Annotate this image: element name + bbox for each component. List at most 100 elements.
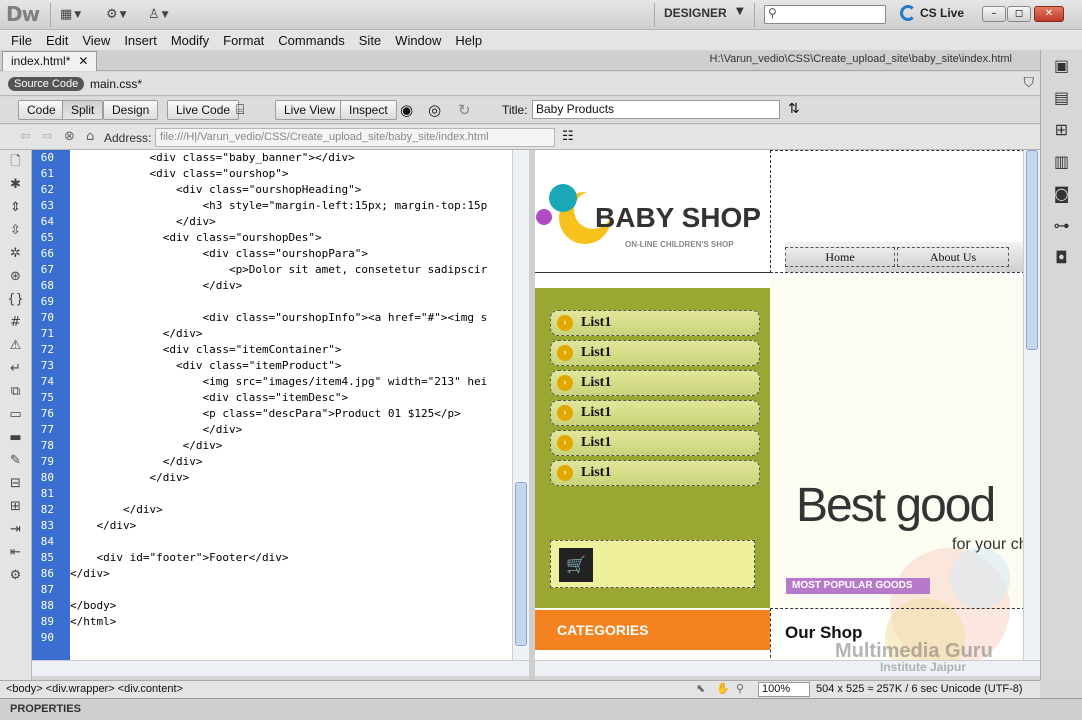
outdent-code-icon[interactable]: ⇤ bbox=[0, 541, 31, 564]
code-line[interactable]: <div class="ourshopPara"> bbox=[70, 246, 512, 262]
show-code-navigator-icon[interactable]: ✱ bbox=[0, 173, 31, 196]
menu-format[interactable]: Format bbox=[216, 33, 271, 48]
layout-menu-button[interactable]: ▦ ▼ bbox=[60, 6, 81, 23]
document-tab[interactable]: index.html* ✕ bbox=[2, 51, 98, 71]
code-line[interactable]: <div class="itemContainer"> bbox=[70, 342, 512, 358]
sidebar-list-item[interactable]: › List1 bbox=[550, 400, 760, 426]
live-view-button[interactable]: Live View bbox=[275, 100, 345, 120]
zoom-select[interactable]: 100% bbox=[758, 682, 810, 697]
business-catalyst-icon[interactable]: ◙ bbox=[1041, 178, 1082, 210]
related-file-main-css[interactable]: main.css* bbox=[90, 77, 142, 91]
sidebar-list-item[interactable]: › List1 bbox=[550, 310, 760, 336]
maximize-button[interactable]: ◻ bbox=[1007, 6, 1031, 22]
ap-elements-icon[interactable]: ⊞ bbox=[1041, 114, 1082, 146]
site-menu-button[interactable]: ♙ ▼ bbox=[148, 6, 169, 23]
apply-comment-icon[interactable]: ▭ bbox=[0, 403, 31, 426]
scroll-thumb[interactable] bbox=[1026, 150, 1038, 350]
select-tool-icon[interactable]: ⬉ bbox=[696, 682, 705, 695]
format-source-icon[interactable]: ⚙ bbox=[0, 564, 31, 587]
highlight-invalid-code-icon[interactable]: ⚠ bbox=[0, 334, 31, 357]
css-styles-icon[interactable]: ▤ bbox=[1041, 82, 1082, 114]
code-line[interactable]: </div> bbox=[70, 454, 512, 470]
code-view-button[interactable]: Code bbox=[18, 100, 65, 120]
filter-icon[interactable]: ⛉ bbox=[1024, 75, 1035, 91]
code-line[interactable]: <div class="ourshopDes"> bbox=[70, 230, 512, 246]
code-line[interactable]: </div> bbox=[70, 326, 512, 342]
chevron-down-icon[interactable]: ▼ bbox=[736, 6, 744, 17]
menu-view[interactable]: View bbox=[75, 33, 117, 48]
code-line[interactable]: </div> bbox=[70, 214, 512, 230]
visual-aids-icon[interactable]: ◎ bbox=[428, 101, 441, 119]
code-line[interactable] bbox=[70, 630, 512, 646]
code-line[interactable]: </div> bbox=[70, 502, 512, 518]
menu-commands[interactable]: Commands bbox=[271, 33, 351, 48]
workspace-switcher[interactable]: DESIGNER bbox=[664, 6, 727, 20]
code-vertical-scrollbar[interactable] bbox=[512, 150, 529, 660]
menu-modify[interactable]: Modify bbox=[164, 33, 216, 48]
code-line[interactable]: <p class="descPara">Product 01 $125</p> bbox=[70, 406, 512, 422]
move-css-icon[interactable]: ⊞ bbox=[0, 495, 31, 518]
code-line[interactable]: <div class="ourshopInfo"><a href="#"><im… bbox=[70, 310, 512, 326]
source-code-button[interactable]: Source Code bbox=[8, 77, 85, 91]
indent-code-icon[interactable]: ⇥ bbox=[0, 518, 31, 541]
live-code-button[interactable]: Live Code bbox=[167, 100, 240, 120]
inspect-button[interactable]: Inspect bbox=[340, 100, 397, 120]
sidebar-list-item[interactable]: › List1 bbox=[550, 460, 760, 486]
minimize-button[interactable]: – bbox=[982, 6, 1006, 22]
nav-about-us[interactable]: About Us bbox=[897, 247, 1009, 267]
remove-comment-icon[interactable]: ▬ bbox=[0, 426, 31, 449]
balance-braces-icon[interactable]: {} bbox=[0, 288, 31, 311]
open-documents-icon[interactable]: 🗋 bbox=[0, 150, 31, 173]
sidebar-list-item[interactable]: › List1 bbox=[550, 370, 760, 396]
code-line[interactable]: <div class="itemProduct"> bbox=[70, 358, 512, 374]
globe-preview-icon[interactable]: ◉ bbox=[400, 101, 413, 119]
cs-live-button[interactable]: CS Live bbox=[900, 5, 964, 21]
insert-panel-icon[interactable]: ▣ bbox=[1041, 50, 1082, 82]
check-browser-compat-icon[interactable]: ⌸ bbox=[236, 102, 244, 118]
sidebar-list-item[interactable]: › List1 bbox=[550, 340, 760, 366]
files-icon[interactable]: ⊶ bbox=[1041, 210, 1082, 242]
code-line[interactable]: <img src="images/item4.jpg" width="213" … bbox=[70, 374, 512, 390]
help-search-input[interactable]: ⚲ bbox=[764, 5, 886, 24]
code-line[interactable]: </html> bbox=[70, 614, 512, 630]
browse-options-icon[interactable]: ☷ bbox=[562, 129, 574, 144]
cart-icon[interactable]: 🛒 bbox=[559, 548, 593, 582]
close-button[interactable]: ✕ bbox=[1034, 6, 1064, 22]
expand-all-icon[interactable]: ✲ bbox=[0, 242, 31, 265]
nav-home[interactable]: Home bbox=[785, 247, 895, 267]
menu-file[interactable]: File bbox=[4, 33, 39, 48]
code-editor[interactable]: <div class="baby_banner"></div> <div cla… bbox=[70, 150, 512, 660]
code-line[interactable]: <h3 style="margin-left:15px; margin-top:… bbox=[70, 198, 512, 214]
menu-site[interactable]: Site bbox=[352, 33, 388, 48]
stop-icon[interactable]: ⊗ bbox=[64, 129, 75, 144]
code-line[interactable] bbox=[70, 486, 512, 502]
code-line[interactable]: </body> bbox=[70, 598, 512, 614]
code-line[interactable]: </div> bbox=[70, 422, 512, 438]
file-management-icon[interactable]: ⇅ bbox=[788, 101, 800, 117]
document-title-input[interactable]: Baby Products bbox=[532, 100, 780, 119]
menu-help[interactable]: Help bbox=[448, 33, 489, 48]
design-view[interactable]: BABY SHOP ON-LINE CHILDREN'S SHOP Home A… bbox=[535, 150, 1023, 660]
design-vertical-scrollbar[interactable] bbox=[1023, 150, 1040, 660]
code-line[interactable] bbox=[70, 534, 512, 550]
design-view-button[interactable]: Design bbox=[103, 100, 159, 120]
split-view-button[interactable]: Split bbox=[62, 100, 104, 120]
code-line[interactable] bbox=[70, 294, 512, 310]
code-line[interactable]: </div> bbox=[70, 518, 512, 534]
extend-menu-button[interactable]: ⚙ ▼ bbox=[106, 6, 127, 23]
wrap-tag-icon[interactable]: ✎ bbox=[0, 449, 31, 472]
collapse-selection-icon[interactable]: ⇳ bbox=[0, 219, 31, 242]
code-line[interactable]: <div class="itemDesc"> bbox=[70, 390, 512, 406]
menu-window[interactable]: Window bbox=[388, 33, 448, 48]
refresh-icon[interactable]: ↻ bbox=[458, 101, 471, 119]
code-line[interactable]: <div id="footer">Footer</div> bbox=[70, 550, 512, 566]
home-icon[interactable]: ⌂ bbox=[86, 129, 94, 144]
select-parent-tag-icon[interactable]: ⊛ bbox=[0, 265, 31, 288]
code-line[interactable]: <div class="ourshop"> bbox=[70, 166, 512, 182]
code-line[interactable]: <p>Dolor sit amet, consetetur sadipscir bbox=[70, 262, 512, 278]
properties-panel-header[interactable]: PROPERTIES bbox=[0, 698, 1082, 720]
code-line[interactable]: </div> bbox=[70, 566, 512, 582]
word-wrap-icon[interactable]: ↵ bbox=[0, 357, 31, 380]
tag-inspector-icon[interactable]: ▥ bbox=[1041, 146, 1082, 178]
back-icon[interactable]: ⇦ bbox=[20, 129, 31, 144]
